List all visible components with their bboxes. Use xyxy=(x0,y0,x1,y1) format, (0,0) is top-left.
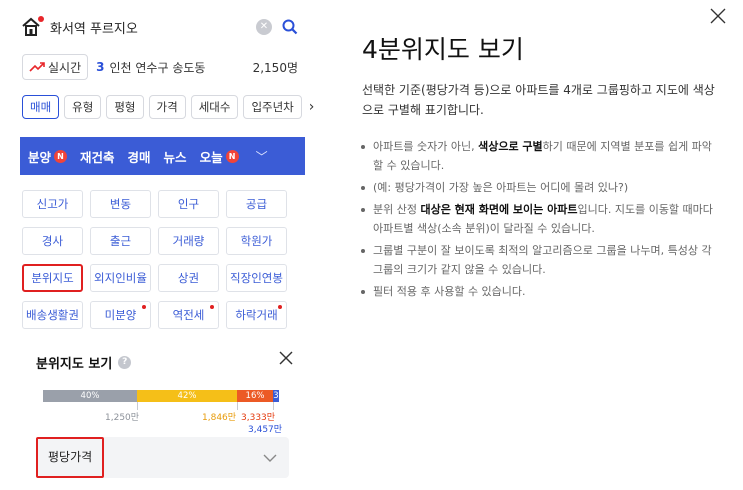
tick xyxy=(237,402,238,410)
chevron-down-icon[interactable]: ﹀ xyxy=(256,148,268,165)
cell-label: 미분양 xyxy=(104,308,137,322)
info-bullet: 필터 적용 후 사용할 수 있습니다. xyxy=(358,282,713,301)
cell-label: 역전세 xyxy=(172,308,205,322)
chevron-right-icon[interactable]: › xyxy=(309,99,315,115)
nav-item-auction[interactable]: 경매 xyxy=(128,147,151,166)
layer-reverse-jeonse[interactable]: 역전세 xyxy=(158,301,219,329)
quartile-segment-3: 16% xyxy=(237,390,273,402)
filter-chip-price[interactable]: 가격 xyxy=(148,95,186,119)
quartile-segment-2: 42% xyxy=(137,390,237,402)
quartile-title-text: 분위지도 보기 xyxy=(36,357,113,372)
bullet-emphasis: 색상으로 구별 xyxy=(478,140,543,153)
info-bullet: (예: 평당가격이 가장 높은 아파트는 어디에 몰려 있나?) xyxy=(358,178,713,197)
search-bar[interactable]: 화서역 푸르지오 ✕ xyxy=(20,12,298,42)
info-bullet: 분위 산정 대상은 현재 화면에 보이는 아파트입니다. 지도를 이동할 때마다… xyxy=(358,200,713,238)
quartile-segment-4: 3 xyxy=(273,390,279,402)
clear-icon[interactable]: ✕ xyxy=(256,19,272,35)
bullet-emphasis: 대상은 현재 화면에 보이는 아파트 xyxy=(420,203,578,216)
layer-quartile-map[interactable]: 분위지도 xyxy=(22,264,83,292)
nav-item-news[interactable]: 뉴스 xyxy=(164,147,187,166)
realtime-rank: 3 xyxy=(96,60,105,74)
realtime-place[interactable]: 인천 연수구 송도동 xyxy=(109,59,252,76)
nav-item-reconstruction[interactable]: 재건축 xyxy=(80,147,115,166)
layer-falling-deals[interactable]: 하락거래 xyxy=(226,301,287,329)
layer-volume[interactable]: 거래량 xyxy=(158,227,219,255)
notification-dot xyxy=(38,16,44,22)
layer-delivery[interactable]: 배송생활권 xyxy=(22,301,83,329)
filter-chips: 매매 유형 평형 가격 세대수 입주년차 › xyxy=(22,94,314,120)
criteria-dropdown[interactable]: 평당가격 xyxy=(36,437,289,478)
layer-outsider-ratio[interactable]: 외지인비율 xyxy=(90,264,151,292)
info-title: 4분위지도 보기 xyxy=(362,35,524,64)
new-badge: N xyxy=(54,149,68,163)
new-dot xyxy=(278,305,282,309)
layer-unsold[interactable]: 미분양 xyxy=(90,301,151,329)
search-input[interactable]: 화서역 푸르지오 xyxy=(50,18,256,37)
info-description: 선택한 기준(평당가격 등)으로 아파트를 4개로 그룹핑하고 지도에 색상으로… xyxy=(362,83,715,117)
new-badge: N xyxy=(225,149,239,163)
realtime-count: 2,150명 xyxy=(252,60,298,75)
realtime-ranking[interactable]: 실시간 3 인천 연수구 송도동 2,150명 xyxy=(22,53,300,81)
quartile-values: 1,250만 1,846만 3,333만 3,457만 xyxy=(43,402,293,435)
quartile-panel-title: 분위지도 보기 ? xyxy=(36,353,132,372)
close-icon[interactable] xyxy=(279,351,293,365)
tick xyxy=(273,402,274,410)
layer-commercial[interactable]: 상권 xyxy=(158,264,219,292)
nav-item-today[interactable]: 오늘 N xyxy=(200,147,239,166)
filter-chip-age[interactable]: 입주년차 xyxy=(243,95,302,119)
category-nav: 분양 N 재건축 경매 뉴스 오늘 N ﹀ xyxy=(20,137,305,175)
trend-up-icon xyxy=(29,62,45,72)
home-icon[interactable] xyxy=(20,16,44,38)
quartile-segment-1: 40% xyxy=(43,390,137,402)
close-icon[interactable] xyxy=(710,8,726,24)
layer-change[interactable]: 변동 xyxy=(90,190,151,218)
nav-item-presale[interactable]: 분양 N xyxy=(28,147,68,166)
nav-label: 오늘 xyxy=(199,149,223,165)
layer-salary[interactable]: 직장인연봉 xyxy=(226,264,287,292)
nav-label: 분양 xyxy=(28,149,52,165)
cell-label: 하락거래 xyxy=(235,308,278,322)
quartile-value-2: 1,846만 xyxy=(202,413,237,423)
filter-chip-trade[interactable]: 매매 xyxy=(22,95,60,119)
new-dot xyxy=(142,305,146,309)
layer-population[interactable]: 인구 xyxy=(158,190,219,218)
info-bullet: 아파트를 숫자가 아닌, 색상으로 구별하기 때문에 지역별 분포를 쉽게 파악… xyxy=(358,137,713,175)
info-bullets: 아파트를 숫자가 아닌, 색상으로 구별하기 때문에 지역별 분포를 쉽게 파악… xyxy=(358,137,713,304)
layer-record-high[interactable]: 신고가 xyxy=(22,190,83,218)
layer-commute[interactable]: 출근 xyxy=(90,227,151,255)
info-bullet: 그룹별 구분이 잘 보이도록 최적의 알고리즘으로 그룹을 나누며, 특성상 각… xyxy=(358,241,713,279)
filter-chip-type[interactable]: 유형 xyxy=(64,95,102,119)
search-icon[interactable] xyxy=(282,19,298,35)
filter-chip-size[interactable]: 평형 xyxy=(106,95,144,119)
map-layer-grid: 신고가 변동 인구 공급 경사 출근 거래량 학원가 분위지도 외지인비율 상권… xyxy=(22,190,292,329)
quartile-bar: 40% 42% 16% 3 xyxy=(43,390,279,402)
tick xyxy=(137,402,138,410)
new-dot xyxy=(210,305,214,309)
help-icon[interactable]: ? xyxy=(118,356,132,369)
layer-supply[interactable]: 공급 xyxy=(226,190,287,218)
criteria-selected[interactable]: 평당가격 xyxy=(36,437,104,478)
left-panel: 화서역 푸르지오 ✕ 실시간 3 인천 연수구 송도동 2,150명 매매 유형… xyxy=(0,0,314,490)
quartile-value-4: 3,457만 xyxy=(248,425,283,435)
layer-slope[interactable]: 경사 xyxy=(22,227,83,255)
bullet-text: 아파트를 숫자가 아닌, xyxy=(373,140,479,153)
layer-academy[interactable]: 학원가 xyxy=(226,227,287,255)
realtime-label: 실시간 xyxy=(48,60,82,75)
chevron-down-icon[interactable] xyxy=(263,448,277,467)
filter-chip-households[interactable]: 세대수 xyxy=(190,95,239,119)
quartile-value-1: 1,250만 xyxy=(105,413,140,423)
bullet-text: 분위 산정 xyxy=(373,203,421,216)
realtime-button[interactable]: 실시간 xyxy=(22,54,89,80)
